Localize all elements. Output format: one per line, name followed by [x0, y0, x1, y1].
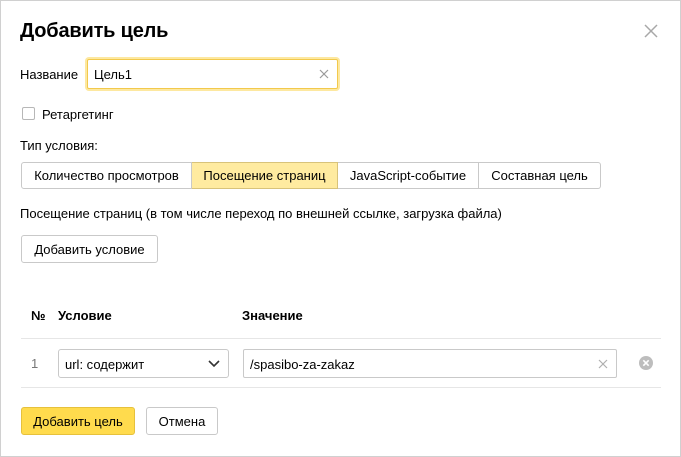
chevron-down-icon	[208, 360, 220, 368]
name-label: Название	[20, 67, 79, 82]
dialog-title: Добавить цель	[20, 20, 169, 42]
remove-condition-icon[interactable]	[639, 356, 653, 370]
condition-description: Посещение страниц (в том числе переход п…	[20, 206, 502, 221]
retargeting-label: Ретаргетинг	[42, 107, 114, 122]
condition-type-label: Тип условия:	[20, 138, 98, 153]
close-icon[interactable]	[642, 22, 660, 40]
row-number: 1	[31, 356, 39, 371]
add-goal-dialog: Добавить цель Название Ретаргетинг Тип у…	[0, 0, 681, 457]
clear-name-icon[interactable]	[319, 69, 329, 79]
tab-page-views[interactable]: Количество просмотров	[21, 162, 192, 189]
tab-javascript-event[interactable]: JavaScript-событие	[338, 162, 479, 189]
condition-select-value: url: содержит	[65, 357, 145, 372]
name-input[interactable]	[94, 65, 309, 84]
value-input-wrapper	[243, 349, 617, 378]
condition-select[interactable]: url: содержит	[58, 349, 229, 378]
column-header-condition: Условие	[58, 308, 112, 323]
add-condition-button[interactable]: Добавить условие	[21, 235, 158, 263]
table-row-divider	[21, 387, 661, 388]
tab-page-visit[interactable]: Посещение страниц	[192, 162, 338, 189]
clear-value-icon[interactable]	[598, 359, 608, 369]
add-goal-button[interactable]: Добавить цель	[21, 407, 135, 435]
condition-type-switch: Количество просмотров Посещение страниц …	[21, 162, 601, 189]
retargeting-checkbox[interactable]	[22, 107, 35, 120]
table-header-divider	[21, 338, 661, 339]
column-header-number: №	[31, 308, 46, 323]
value-input[interactable]	[250, 355, 580, 374]
cancel-button[interactable]: Отмена	[146, 407, 218, 435]
name-input-wrapper	[87, 59, 338, 89]
column-header-value: Значение	[242, 308, 303, 323]
tab-composite-goal[interactable]: Составная цель	[479, 162, 601, 189]
